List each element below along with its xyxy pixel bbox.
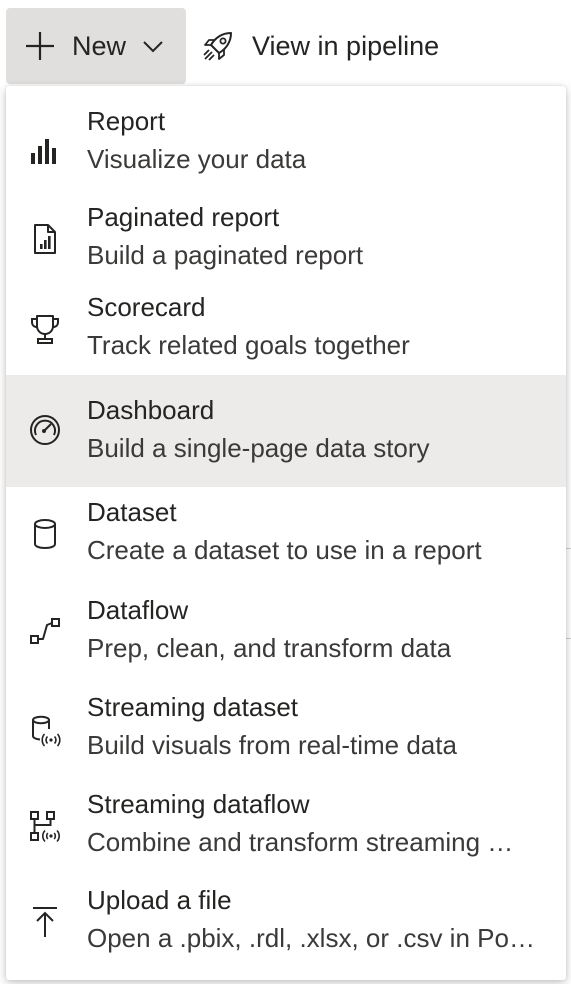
chevron-down-icon (143, 41, 163, 53)
menu-item-title: Dataflow (87, 595, 189, 625)
bar-chart-icon (28, 134, 62, 168)
menu-item-dataflow[interactable]: Dataflow Prep, clean, and transform data (6, 587, 566, 683)
menu-item-paginated-report[interactable]: Paginated report Build a paginated repor… (6, 190, 566, 282)
menu-item-scorecard[interactable]: Scorecard Track related goals together (6, 282, 566, 374)
menu-item-title: Report (87, 106, 166, 136)
menu-item-title: Dataset (87, 497, 177, 527)
menu-item-description: Combine and transform streaming … (87, 827, 514, 857)
view-in-pipeline-label: View in pipeline (252, 30, 440, 61)
menu-item-dashboard[interactable]: Dashboard Build a single-page data story (6, 375, 566, 487)
menu-item-upload-file[interactable]: Upload a file Open a .pbix, .rdl, .xlsx,… (6, 877, 566, 973)
menu-item-report[interactable]: Report Visualize your data (6, 94, 566, 188)
menu-item-description: Open a .pbix, .rdl, .xlsx, or .csv in Po… (87, 923, 535, 953)
new-item-menu: Report Visualize your data Paginated rep… (6, 86, 566, 980)
new-button-label: New (72, 30, 127, 61)
menu-item-description: Prep, clean, and transform data (87, 633, 452, 663)
menu-item-streaming-dataset[interactable]: Streaming dataset Build visuals from rea… (6, 684, 566, 780)
trophy-icon (28, 312, 62, 346)
menu-item-title: Streaming dataset (87, 692, 299, 722)
gauge-icon (28, 413, 62, 447)
menu-item-description: Build visuals from real-time data (87, 730, 457, 760)
toolbar: New View in pipeline (0, 0, 571, 86)
menu-item-title: Scorecard (87, 292, 206, 322)
streaming-database-icon (28, 714, 62, 748)
menu-item-description: Build a paginated report (87, 240, 364, 270)
upload-icon (28, 905, 62, 939)
menu-item-title: Paginated report (87, 202, 280, 232)
rocket-icon (203, 32, 232, 61)
menu-item-title: Upload a file (87, 885, 232, 915)
menu-item-title: Streaming dataflow (87, 789, 310, 819)
menu-item-description: Create a dataset to use in a report (87, 535, 482, 565)
menu-item-dataset[interactable]: Dataset Create a dataset to use in a rep… (6, 489, 566, 583)
view-in-pipeline-button[interactable]: View in pipeline (200, 8, 439, 84)
menu-item-streaming-dataflow[interactable]: Streaming dataflow Combine and transform… (6, 781, 566, 877)
streaming-dataflow-icon (28, 809, 62, 843)
menu-item-title: Dashboard (87, 395, 215, 425)
menu-item-description: Track related goals together (87, 330, 410, 360)
plus-icon (26, 32, 54, 60)
dataflow-icon (28, 615, 62, 649)
new-button[interactable]: New (6, 8, 186, 84)
menu-item-description: Visualize your data (87, 144, 307, 174)
paginated-report-icon (28, 222, 62, 256)
menu-item-description: Build a single-page data story (87, 433, 430, 463)
database-icon (28, 517, 62, 551)
